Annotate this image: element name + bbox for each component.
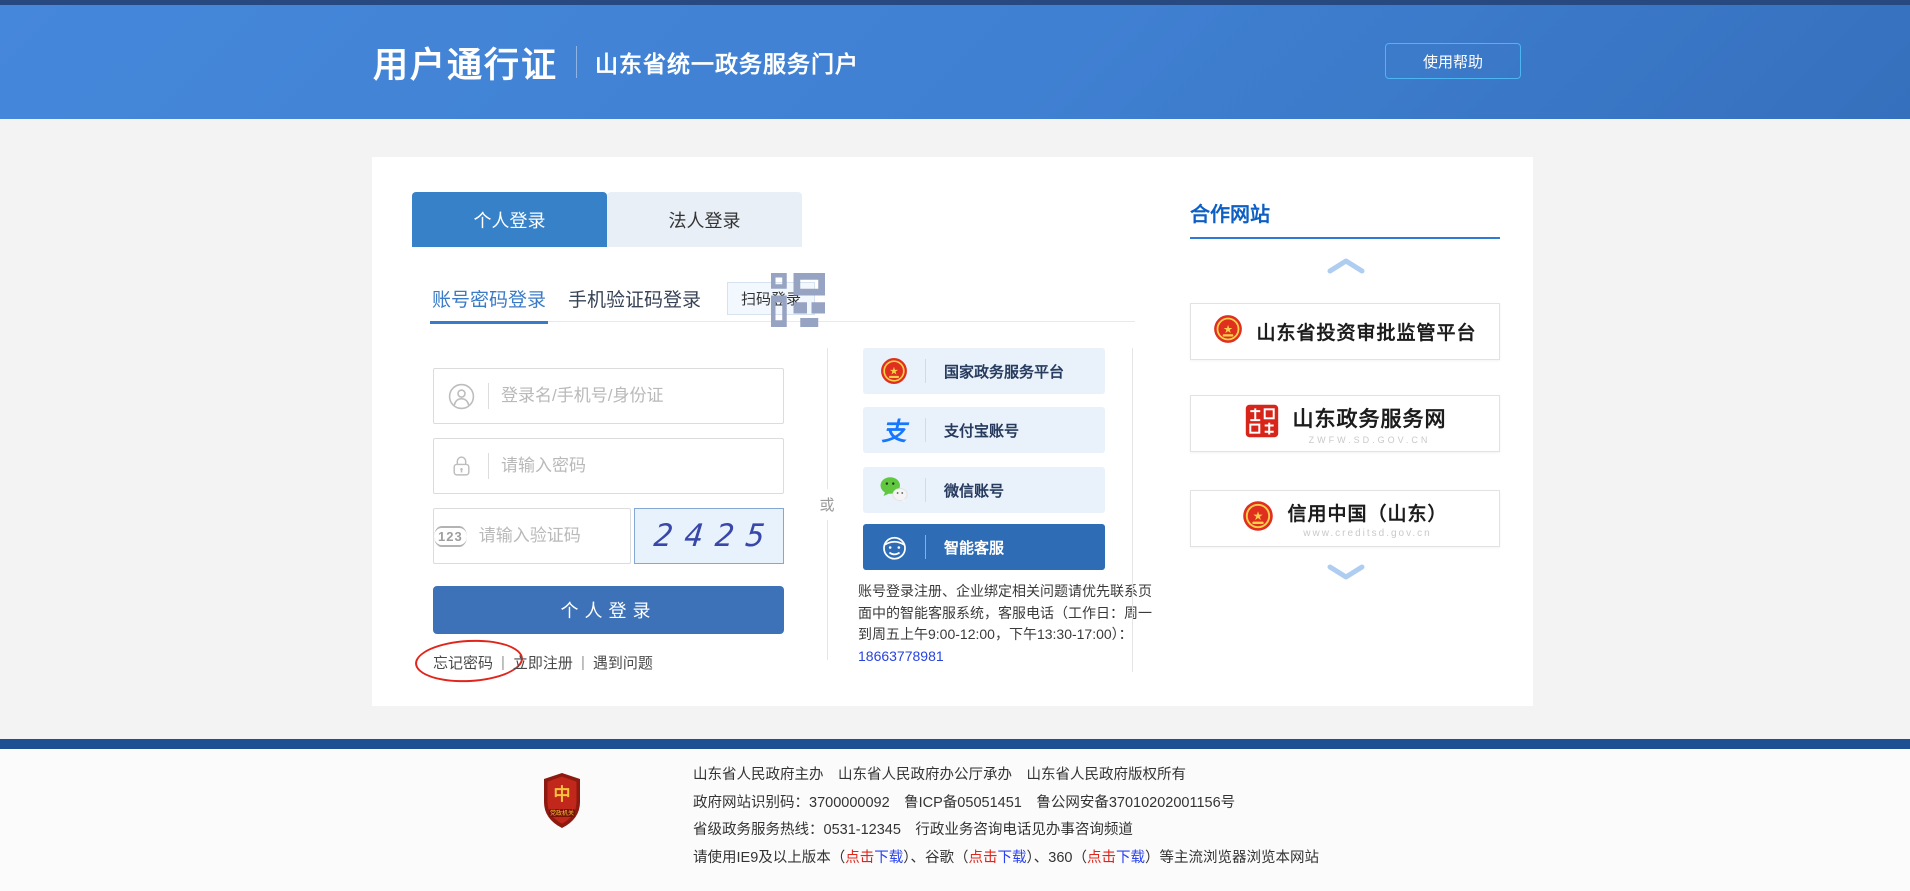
partner-shandong-service-site[interactable]: 山东政务服务网 ZWFW.SD.GOV.CN	[1190, 395, 1500, 452]
brand: 用户通行证 山东省统一政务服务门户	[373, 5, 859, 119]
captcha-123-icon: 123	[434, 526, 467, 547]
chevron-down-icon	[1326, 563, 1366, 581]
footer: 中 党政机关 山东省人民政府主办 山东省人民政府办公厅承办 山东省人民政府版权所…	[0, 749, 1910, 891]
footer-divider-bar	[0, 739, 1910, 749]
problem-link[interactable]: 遇到问题	[593, 652, 653, 673]
method-password-login[interactable]: 账号密码登录	[432, 276, 546, 322]
password-field	[433, 438, 784, 494]
link-separator: |	[501, 654, 505, 671]
partner-url-caption: www.creditsd.gov.cn	[1303, 528, 1431, 539]
username-field	[433, 368, 784, 424]
partner-url-caption: ZWFW.SD.GOV.CN	[1309, 435, 1431, 445]
lock-icon	[434, 454, 488, 479]
captcha-image[interactable]: 2425	[634, 508, 784, 564]
national-emblem-icon: ★	[1213, 314, 1243, 349]
user-icon	[434, 383, 488, 410]
svg-text:★: ★	[1223, 324, 1233, 336]
alipay-login[interactable]: 支 支付宝账号	[863, 407, 1105, 453]
footer-line-sponsor: 山东省人民政府主办 山东省人民政府办公厅承办 山东省人民政府版权所有	[693, 762, 1319, 790]
footer-line-browsers: 请使用IE9及以上版本（点击下载）、谷歌（点击下载）、360（点击下载）等主流浏…	[693, 845, 1319, 873]
carousel-down-button[interactable]	[1324, 563, 1368, 583]
partners-underline	[1190, 237, 1500, 239]
download-360-link[interactable]: 点击下载	[1087, 850, 1145, 866]
svg-text:★: ★	[889, 366, 898, 378]
personal-login-button[interactable]: 个人登录	[433, 586, 784, 634]
qr-code-icon[interactable]	[771, 273, 825, 332]
tab-personal-login[interactable]: 个人登录	[412, 192, 607, 247]
footer-line-hotline: 省级政务服务热线：0531-12345 行政业务咨询电话见办事咨询频道	[693, 817, 1319, 845]
forgot-password-link[interactable]: 忘记密码	[433, 652, 493, 673]
partner-credit-china[interactable]: ★ 信用中国（山东） www.creditsd.gov.cn	[1190, 490, 1500, 547]
captcha-field: 123	[433, 508, 631, 564]
national-platform-login[interactable]: ★ 国家政务服务平台	[863, 348, 1105, 394]
carousel-up-button[interactable]	[1324, 257, 1368, 277]
login-page: 用户通行证 山东省统一政务服务门户 使用帮助 个人登录 法人登录 账号密码登录 …	[0, 0, 1910, 891]
link-separator: |	[581, 654, 585, 671]
login-card: 个人登录 法人登录 账号密码登录 手机验证码登录 扫码登录	[372, 157, 1533, 706]
captcha-value: 2425	[640, 518, 778, 554]
or-label: 或	[813, 489, 841, 520]
register-link[interactable]: 立即注册	[513, 652, 573, 673]
tab-legal-login[interactable]: 法人登录	[607, 192, 802, 247]
svg-text:★: ★	[1253, 509, 1264, 523]
service-note: 账号登录注册、企业绑定相关问题请优先联系页面中的智能客服系统，客服电话（工作日：…	[858, 581, 1152, 668]
partners-title: 合作网站	[1190, 198, 1270, 227]
national-emblem-icon: ★	[863, 357, 925, 385]
header: 用户通行证 山东省统一政务服务门户 使用帮助	[0, 5, 1910, 119]
footer-line-icp: 政府网站识别码：3700000092 鲁ICP备05051451 鲁公网安备37…	[693, 790, 1319, 818]
helper-links: 忘记密码 | 立即注册 | 遇到问题	[433, 652, 653, 673]
method-sms-login[interactable]: 手机验证码登录	[568, 276, 701, 322]
alipay-icon: 支	[863, 412, 925, 448]
svg-text:中: 中	[554, 784, 571, 804]
svg-text:党政机关: 党政机关	[550, 809, 574, 817]
service-phone-link[interactable]: 18663778981	[858, 648, 944, 664]
footer-text: 山东省人民政府主办 山东省人民政府办公厅承办 山东省人民政府版权所有 政府网站识…	[693, 762, 1319, 872]
password-input[interactable]	[489, 439, 783, 493]
smart-service-button[interactable]: 智能客服	[863, 524, 1105, 570]
brand-divider	[576, 46, 577, 78]
download-chrome-link[interactable]: 点击下载	[969, 850, 1027, 866]
vertical-divider-right	[1132, 348, 1133, 672]
page-title: 用户通行证	[373, 37, 558, 88]
wechat-icon	[863, 475, 925, 505]
gov-badge-icon: 中 党政机关	[542, 772, 582, 835]
help-button[interactable]: 使用帮助	[1385, 43, 1521, 79]
national-emblem-icon: ★	[1242, 500, 1274, 537]
download-ie-link[interactable]: 点击下载	[845, 850, 903, 866]
smart-service-icon	[863, 533, 925, 562]
page-subtitle: 山东省统一政务服务门户	[595, 45, 859, 79]
username-input[interactable]	[489, 369, 783, 423]
wechat-login[interactable]: 微信账号	[863, 467, 1105, 513]
partner-investment-platform[interactable]: ★ 山东省投资审批监管平台	[1190, 303, 1500, 360]
shandong-seal-icon	[1244, 403, 1280, 444]
chevron-up-icon	[1326, 257, 1366, 275]
